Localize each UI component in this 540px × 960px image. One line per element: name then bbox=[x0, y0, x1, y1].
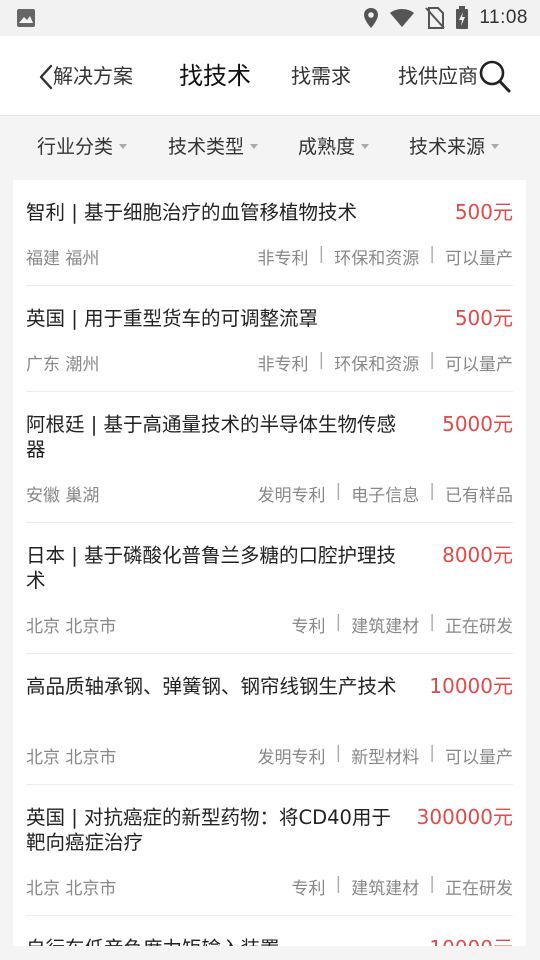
item-price: 500元 bbox=[454, 200, 513, 224]
list-item[interactable]: 高品质轴承钢、弹簧钢、钢帘线钢生产技术 10000元 北京 北京市 发明专利 |… bbox=[26, 654, 513, 785]
item-title: 英国 | 对抗癌症的新型药物：将CD40用于靶向癌症治疗 bbox=[26, 806, 391, 854]
tag-industry: 电子信息 bbox=[351, 486, 420, 506]
item-price: 300000元 bbox=[416, 805, 513, 829]
filter-label: 技术来源 bbox=[409, 135, 486, 158]
list-item[interactable]: 阿根廷 | 基于高通量技术的半导体生物传感器 5000元 安徽 巢湖 发明专利 … bbox=[26, 392, 513, 523]
tag-industry: 新型材料 bbox=[351, 748, 420, 768]
status-bar: 11:08 bbox=[0, 0, 540, 36]
battery-icon bbox=[456, 6, 469, 29]
tag-industry: 建筑建材 bbox=[351, 879, 420, 899]
list-item[interactable]: 日本 | 基于磷酸化普鲁兰多糖的口腔护理技术 8000元 北京 北京市 专利 |… bbox=[26, 523, 513, 654]
filter-label: 行业分类 bbox=[37, 135, 114, 158]
list-item[interactable]: 英国 | 用于重型货车的可调整流罩 500元 广东 潮州 非专利 | 环保和资源… bbox=[26, 286, 513, 392]
item-tags: 非专利 | 环保和资源 | 可以量产 bbox=[257, 244, 513, 269]
tag-maturity: 可以量产 bbox=[445, 249, 513, 269]
item-location: 北京 北京市 bbox=[26, 748, 117, 768]
item-tags: 发明专利 | 新型材料 | 可以量产 bbox=[257, 743, 513, 768]
tab-find-technology[interactable]: 找技术 bbox=[179, 36, 251, 116]
tag-patent-type: 发明专利 bbox=[257, 486, 326, 506]
item-price: 10000元 bbox=[429, 674, 513, 698]
filter-tech-source[interactable]: 技术来源 bbox=[409, 117, 500, 173]
item-price: 8000元 bbox=[442, 543, 513, 567]
tag-industry: 建筑建材 bbox=[351, 617, 420, 637]
item-tags: 非专利 | 环保和资源 | 可以量产 bbox=[257, 350, 513, 375]
item-location: 北京 北京市 bbox=[26, 617, 117, 637]
tag-patent-type: 发明专利 bbox=[257, 748, 326, 768]
filter-label: 技术类型 bbox=[168, 135, 245, 158]
tag-maturity: 可以量产 bbox=[445, 748, 513, 768]
tag-industry: 环保和资源 bbox=[334, 249, 420, 269]
item-title: 阿根廷 | 基于高通量技术的半导体生物传感器 bbox=[26, 413, 396, 461]
item-tags: 发明专利 | 电子信息 | 已有样品 bbox=[257, 481, 513, 506]
image-icon bbox=[17, 9, 35, 27]
filter-label: 成熟度 bbox=[298, 135, 356, 158]
tab-solutions[interactable]: 解决方案 bbox=[53, 36, 133, 116]
technology-list: 智利 | 基于细胞治疗的血管移植物技术 500元 福建 福州 非专利 | 环保和… bbox=[13, 180, 526, 946]
item-title: 智利 | 基于细胞治疗的血管移植物技术 bbox=[26, 201, 357, 224]
tab-find-demand[interactable]: 找需求 bbox=[291, 36, 351, 116]
caret-down-icon bbox=[119, 143, 128, 149]
tag-maturity: 可以量产 bbox=[445, 355, 513, 375]
filter-bar: 行业分类 技术类型 成熟度 技术来源 bbox=[0, 117, 540, 173]
item-location: 福建 福州 bbox=[26, 249, 100, 269]
item-price: 500元 bbox=[454, 306, 513, 330]
item-tags: 专利 | 建筑建材 | 正在研发 bbox=[291, 874, 513, 899]
tag-patent-type: 非专利 bbox=[257, 249, 309, 269]
top-nav: 解决方案 找技术 找需求 找供应商 bbox=[0, 36, 540, 116]
tag-maturity: 正在研发 bbox=[445, 617, 513, 637]
item-title: 英国 | 用于重型货车的可调整流罩 bbox=[26, 307, 318, 330]
filter-maturity[interactable]: 成熟度 bbox=[298, 117, 370, 173]
item-location: 北京 北京市 bbox=[26, 879, 117, 899]
tag-patent-type: 非专利 bbox=[257, 355, 309, 375]
tab-find-supplier[interactable]: 找供应商 bbox=[398, 36, 478, 116]
filter-industry[interactable]: 行业分类 bbox=[37, 117, 128, 173]
search-icon[interactable] bbox=[478, 58, 512, 94]
list-item[interactable]: 自行车低音负度力矩输入装置 10000元 bbox=[26, 916, 513, 946]
item-tags: 专利 | 建筑建材 | 正在研发 bbox=[291, 612, 513, 637]
item-title: 自行车低音负度力矩输入装置 bbox=[26, 936, 406, 946]
list-item[interactable]: 智利 | 基于细胞治疗的血管移植物技术 500元 福建 福州 非专利 | 环保和… bbox=[26, 180, 513, 286]
item-location: 广东 潮州 bbox=[26, 355, 100, 375]
item-title: 高品质轴承钢、弹簧钢、钢帘线钢生产技术 bbox=[26, 675, 397, 698]
item-price: 5000元 bbox=[442, 412, 513, 436]
filter-tech-type[interactable]: 技术类型 bbox=[168, 117, 259, 173]
caret-down-icon bbox=[250, 143, 259, 149]
no-sim-icon bbox=[425, 7, 446, 29]
item-location: 安徽 巢湖 bbox=[26, 486, 100, 506]
tag-maturity: 正在研发 bbox=[445, 879, 513, 899]
list-item[interactable]: 英国 | 对抗癌症的新型药物：将CD40用于靶向癌症治疗 300000元 北京 … bbox=[26, 785, 513, 916]
item-title: 日本 | 基于磷酸化普鲁兰多糖的口腔护理技术 bbox=[26, 544, 396, 592]
caret-down-icon bbox=[361, 143, 370, 149]
tag-maturity: 已有样品 bbox=[445, 486, 513, 506]
tag-patent-type: 专利 bbox=[291, 617, 326, 637]
clock-time: 11:08 bbox=[479, 7, 528, 28]
item-price: 10000元 bbox=[429, 936, 513, 946]
wifi-icon bbox=[390, 9, 415, 27]
location-icon bbox=[364, 8, 379, 28]
caret-down-icon bbox=[491, 143, 500, 149]
tag-patent-type: 专利 bbox=[291, 879, 326, 899]
tag-industry: 环保和资源 bbox=[334, 355, 420, 375]
